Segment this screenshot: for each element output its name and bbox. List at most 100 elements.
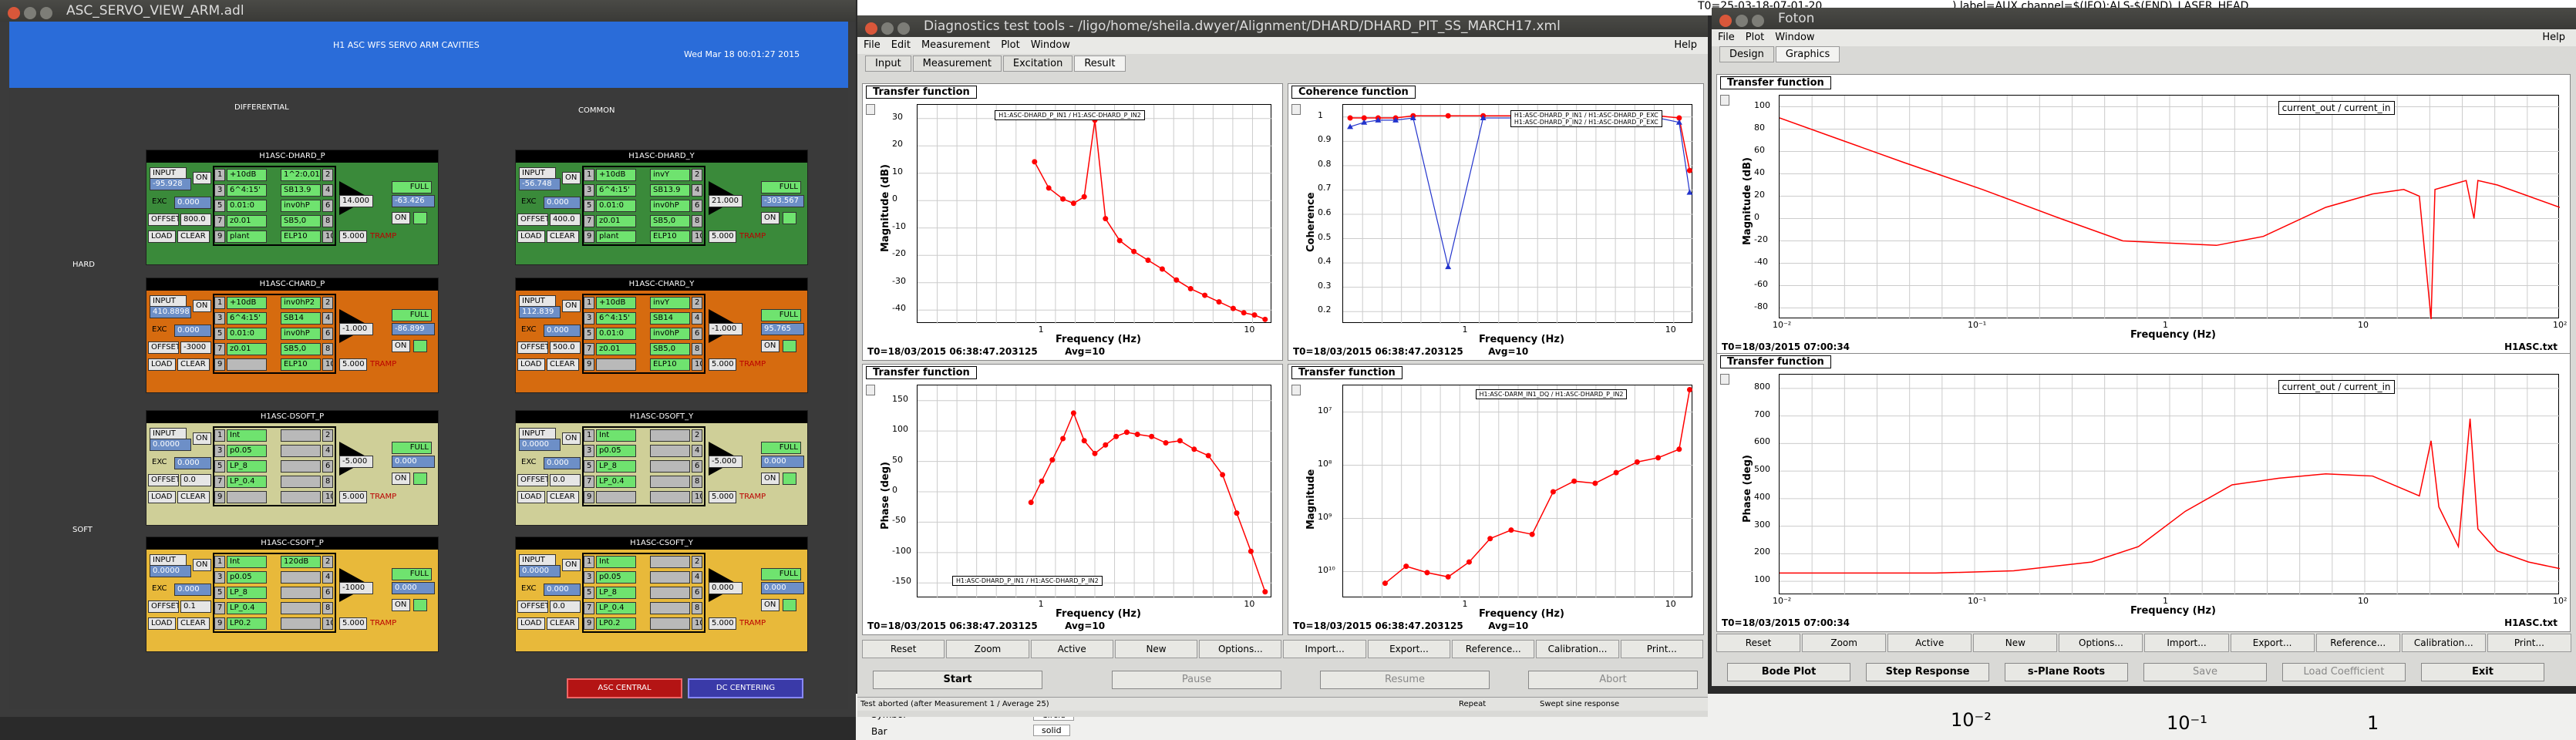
toolbar-button[interactable]: Options...: [1199, 640, 1282, 658]
foton-save-button[interactable]: Save: [2143, 663, 2267, 681]
filter-slot[interactable]: p0.05: [227, 445, 267, 457]
toolbar-button[interactable]: Import...: [2144, 634, 2229, 652]
tab-excitation[interactable]: Excitation: [1002, 56, 1073, 72]
panel-expand-button[interactable]: [1291, 385, 1301, 395]
filter-number-button[interactable]: 6: [322, 200, 333, 212]
tramp-value[interactable]: 5.000: [709, 358, 736, 371]
filter-number-button[interactable]: 8: [322, 215, 333, 227]
filter-number-button[interactable]: 6: [692, 328, 702, 340]
filter-number-button[interactable]: 6: [692, 587, 702, 599]
filter-slot[interactable]: [281, 571, 321, 584]
tramp-value[interactable]: 5.000: [339, 491, 367, 503]
filter-slot[interactable]: inv0hP2: [281, 297, 321, 309]
filter-slot[interactable]: ELP10: [281, 230, 321, 243]
load-button[interactable]: LOAD: [148, 358, 176, 371]
offset-value[interactable]: 500.0: [550, 341, 581, 354]
tab-measurement[interactable]: Measurement: [912, 56, 1002, 72]
filter-slot[interactable]: p0.05: [227, 571, 267, 584]
filter-number-button[interactable]: 2: [322, 169, 333, 181]
foton-step-response-button[interactable]: Step Response: [1866, 663, 1989, 681]
filter-slot[interactable]: 0.01:0: [227, 328, 267, 340]
panel-expand-button[interactable]: [1291, 104, 1301, 115]
minimize-icon[interactable]: [24, 7, 36, 19]
toolbar-button[interactable]: Active: [1887, 634, 1972, 652]
maximize-icon[interactable]: [40, 7, 52, 19]
filter-slot[interactable]: ELP10: [650, 358, 690, 371]
toolbar-button[interactable]: Reset: [862, 640, 945, 658]
filter-slot[interactable]: SB5,0: [650, 343, 690, 355]
full-button[interactable]: FULL: [392, 309, 432, 321]
filter-slot[interactable]: [281, 617, 321, 630]
clear-button[interactable]: CLEAR: [177, 617, 210, 630]
tramp-value[interactable]: 5.000: [339, 230, 367, 243]
filter-slot[interactable]: plant: [227, 230, 267, 243]
filter-number-button[interactable]: 8: [322, 602, 333, 614]
filter-number-button[interactable]: 1: [584, 297, 594, 309]
filter-number-button[interactable]: 8: [322, 343, 333, 355]
output-on-button[interactable]: ON: [392, 340, 410, 352]
input-on-button[interactable]: ON: [193, 300, 211, 312]
filter-slot[interactable]: 0.01:0: [596, 328, 636, 340]
load-button[interactable]: LOAD: [517, 230, 545, 243]
filter-slot[interactable]: SB13.9: [650, 184, 690, 197]
filter-slot[interactable]: [596, 358, 636, 371]
filter-number-button[interactable]: 2: [322, 297, 333, 309]
filter-number-button[interactable]: 3: [214, 184, 225, 197]
filter-number-button[interactable]: 10: [322, 617, 333, 630]
filter-slot[interactable]: z0.01: [227, 215, 267, 227]
filter-slot[interactable]: SB5,0: [281, 215, 321, 227]
load-button[interactable]: LOAD: [148, 230, 176, 243]
filter-slot[interactable]: inv0hP: [281, 328, 321, 340]
filter-slot[interactable]: LP_8: [596, 460, 636, 473]
panel-expand-button[interactable]: [866, 104, 875, 115]
filter-slot[interactable]: plant: [596, 230, 636, 243]
filter-slot[interactable]: +10dB: [596, 297, 636, 309]
filter-slot[interactable]: LP_0.4: [596, 476, 636, 488]
output-on-button[interactable]: ON: [761, 473, 780, 485]
maximize-icon[interactable]: [1752, 15, 1764, 27]
gain-value[interactable]: 21.000: [709, 195, 742, 207]
filter-number-button[interactable]: 2: [692, 429, 702, 442]
filter-slot[interactable]: [281, 602, 321, 614]
filter-slot[interactable]: z0.01: [596, 343, 636, 355]
load-button[interactable]: LOAD: [148, 617, 176, 630]
gain-value[interactable]: 14.000: [339, 195, 373, 207]
toolbar-button[interactable]: Export...: [2230, 634, 2315, 652]
filter-number-button[interactable]: 4: [692, 184, 702, 197]
filter-number-button[interactable]: 1: [584, 429, 594, 442]
filter-slot[interactable]: SB5,0: [281, 343, 321, 355]
menu-measurement[interactable]: Measurement: [921, 39, 990, 51]
clear-button[interactable]: CLEAR: [177, 230, 210, 243]
menu-plot[interactable]: Plot: [1746, 32, 1765, 43]
filter-slot[interactable]: SB5,0: [650, 215, 690, 227]
minimize-icon[interactable]: [881, 22, 894, 35]
menu-window[interactable]: Window: [1775, 32, 1814, 43]
solid-select[interactable]: solid: [1033, 725, 1070, 736]
filter-number-button[interactable]: 4: [322, 571, 333, 584]
toolbar-button[interactable]: Active: [1030, 640, 1113, 658]
tramp-value[interactable]: 5.000: [709, 617, 736, 630]
filter-slot[interactable]: [650, 617, 690, 630]
filter-number-button[interactable]: 10: [322, 491, 333, 503]
gain-value[interactable]: -5.000: [339, 456, 373, 468]
filter-number-button[interactable]: 6: [692, 460, 702, 473]
filter-number-button[interactable]: 4: [692, 571, 702, 584]
filter-number-button[interactable]: 9: [584, 230, 594, 243]
close-icon[interactable]: [1719, 15, 1732, 27]
filter-slot[interactable]: inv0hP: [650, 200, 690, 212]
filter-slot[interactable]: +10dB: [227, 297, 267, 309]
filter-slot[interactable]: 6^4:15': [227, 184, 267, 197]
filter-slot[interactable]: z0.01: [227, 343, 267, 355]
foton-exit-button[interactable]: Exit: [2421, 663, 2544, 681]
gain-value[interactable]: 0.000: [709, 582, 742, 594]
filter-slot[interactable]: [281, 429, 321, 442]
filter-number-button[interactable]: 9: [214, 617, 225, 630]
filter-slot[interactable]: p0.05: [596, 445, 636, 457]
toolbar-button[interactable]: New: [1114, 640, 1198, 658]
filter-number-button[interactable]: 7: [214, 602, 225, 614]
filter-number-button[interactable]: 7: [584, 602, 594, 614]
filter-slot[interactable]: LP_0.4: [227, 602, 267, 614]
filter-slot[interactable]: [227, 491, 267, 503]
filter-number-button[interactable]: 5: [214, 460, 225, 473]
filter-number-button[interactable]: 6: [322, 328, 333, 340]
